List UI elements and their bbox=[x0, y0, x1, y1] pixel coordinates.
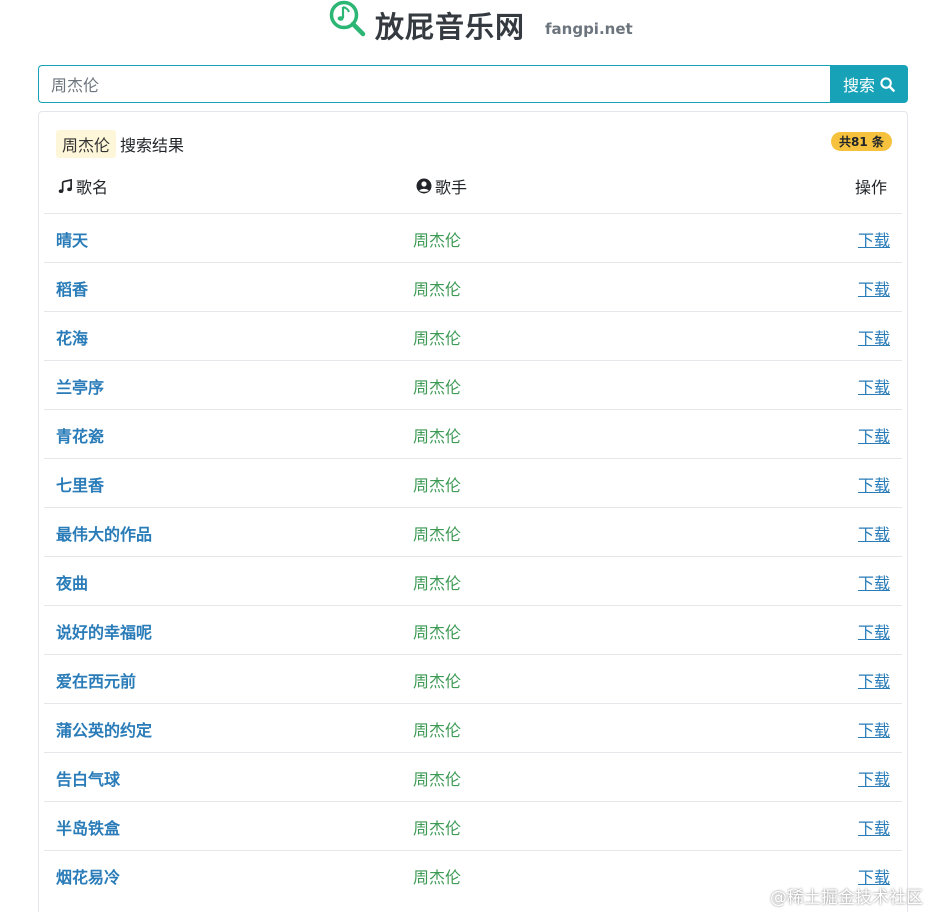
download-link[interactable]: 下载 bbox=[858, 472, 890, 496]
song-link[interactable]: 最伟大的作品 bbox=[56, 521, 152, 545]
table-row: 夜曲 周杰伦 下载 bbox=[44, 556, 902, 605]
table-row: 兰亭序 周杰伦 下载 bbox=[44, 360, 902, 409]
artist-name: 周杰伦 bbox=[413, 427, 462, 446]
download-link[interactable]: 下载 bbox=[858, 325, 890, 349]
artist-name: 周杰伦 bbox=[413, 868, 462, 887]
column-header-artist-label: 歌手 bbox=[435, 178, 468, 197]
site-name[interactable]: 放屁音乐网 bbox=[375, 4, 525, 46]
download-link[interactable]: 下载 bbox=[858, 276, 890, 300]
song-link[interactable]: 说好的幸福呢 bbox=[56, 619, 152, 643]
artist-name: 周杰伦 bbox=[413, 476, 462, 495]
download-link[interactable]: 下载 bbox=[858, 619, 890, 643]
song-link[interactable]: 七里香 bbox=[56, 472, 104, 496]
search-input[interactable] bbox=[38, 65, 830, 103]
music-note-icon bbox=[58, 178, 72, 193]
artist-name: 周杰伦 bbox=[413, 280, 462, 299]
song-link[interactable]: 稻香 bbox=[56, 276, 88, 300]
artist-name: 周杰伦 bbox=[413, 770, 462, 789]
song-link[interactable]: 半岛铁盒 bbox=[56, 815, 120, 839]
song-link[interactable]: 兰亭序 bbox=[56, 374, 104, 398]
result-count-badge: 共81 条 bbox=[831, 132, 892, 151]
table-row: 稻香 周杰伦 下载 bbox=[44, 262, 902, 311]
artist-name: 周杰伦 bbox=[413, 623, 462, 642]
results-title: 搜索结果 bbox=[120, 136, 185, 155]
watermark: @稀土掘金技术社区 bbox=[770, 888, 923, 908]
table-row: 说好的幸福呢 周杰伦 下载 bbox=[44, 605, 902, 654]
site-domain: fangpi.net bbox=[545, 20, 633, 38]
column-header-action: 操作 bbox=[854, 178, 887, 197]
table-row: 晴天 周杰伦 下载 bbox=[44, 213, 902, 262]
download-link[interactable]: 下载 bbox=[858, 227, 890, 251]
song-link[interactable]: 花海 bbox=[56, 325, 88, 349]
site-header: 放屁音乐网 fangpi.net bbox=[0, 0, 929, 52]
table-row: 青花瓷 周杰伦 下载 bbox=[44, 409, 902, 458]
artist-name: 周杰伦 bbox=[413, 329, 462, 348]
user-circle-icon bbox=[416, 178, 432, 194]
column-header-song-label: 歌名 bbox=[76, 178, 109, 197]
download-link[interactable]: 下载 bbox=[858, 766, 890, 790]
table-row: 蒲公英的约定 周杰伦 下载 bbox=[44, 703, 902, 752]
song-link[interactable]: 告白气球 bbox=[56, 766, 120, 790]
artist-name: 周杰伦 bbox=[413, 231, 462, 250]
song-link[interactable]: 青花瓷 bbox=[56, 423, 104, 447]
download-link[interactable]: 下载 bbox=[858, 717, 890, 741]
song-link[interactable]: 烟花易冷 bbox=[56, 864, 120, 888]
table-row: 爱在西元前 周杰伦 下载 bbox=[44, 654, 902, 703]
download-link[interactable]: 下载 bbox=[858, 374, 890, 398]
song-link[interactable]: 夜曲 bbox=[56, 570, 88, 594]
search-button-label: 搜索 bbox=[842, 76, 875, 95]
music-search-icon[interactable] bbox=[328, 0, 368, 40]
download-link[interactable]: 下载 bbox=[858, 815, 890, 839]
search-button[interactable]: 搜索 bbox=[830, 65, 908, 103]
artist-name: 周杰伦 bbox=[413, 574, 462, 593]
artist-name: 周杰伦 bbox=[413, 378, 462, 397]
table-row: 七里香 周杰伦 下载 bbox=[44, 458, 902, 507]
artist-name: 周杰伦 bbox=[413, 721, 462, 740]
download-link[interactable]: 下载 bbox=[858, 521, 890, 545]
download-link[interactable]: 下载 bbox=[858, 668, 890, 692]
table-row: 告白气球 周杰伦 下载 bbox=[44, 752, 902, 801]
search-bar: 搜索 bbox=[38, 65, 908, 103]
results-table: 晴天 周杰伦 下载 稻香 周杰伦 下载 花海 周杰伦 下载 兰亭序 周杰伦 下载… bbox=[44, 213, 902, 899]
results-heading: 周杰伦 搜索结果 bbox=[56, 130, 185, 158]
song-link[interactable]: 蒲公英的约定 bbox=[56, 717, 152, 741]
table-row: 最伟大的作品 周杰伦 下载 bbox=[44, 507, 902, 556]
artist-name: 周杰伦 bbox=[413, 672, 462, 691]
table-row: 半岛铁盒 周杰伦 下载 bbox=[44, 801, 902, 850]
artist-name: 周杰伦 bbox=[413, 525, 462, 544]
song-link[interactable]: 爱在西元前 bbox=[56, 668, 136, 692]
artist-name: 周杰伦 bbox=[413, 819, 462, 838]
column-header-artist: 歌手 bbox=[416, 175, 467, 197]
song-link[interactable]: 晴天 bbox=[56, 227, 88, 251]
search-icon bbox=[880, 76, 895, 92]
table-row: 花海 周杰伦 下载 bbox=[44, 311, 902, 360]
download-link[interactable]: 下载 bbox=[858, 423, 890, 447]
search-query-highlight: 周杰伦 bbox=[56, 130, 117, 158]
column-header-song: 歌名 bbox=[58, 175, 108, 197]
download-link[interactable]: 下载 bbox=[858, 570, 890, 594]
